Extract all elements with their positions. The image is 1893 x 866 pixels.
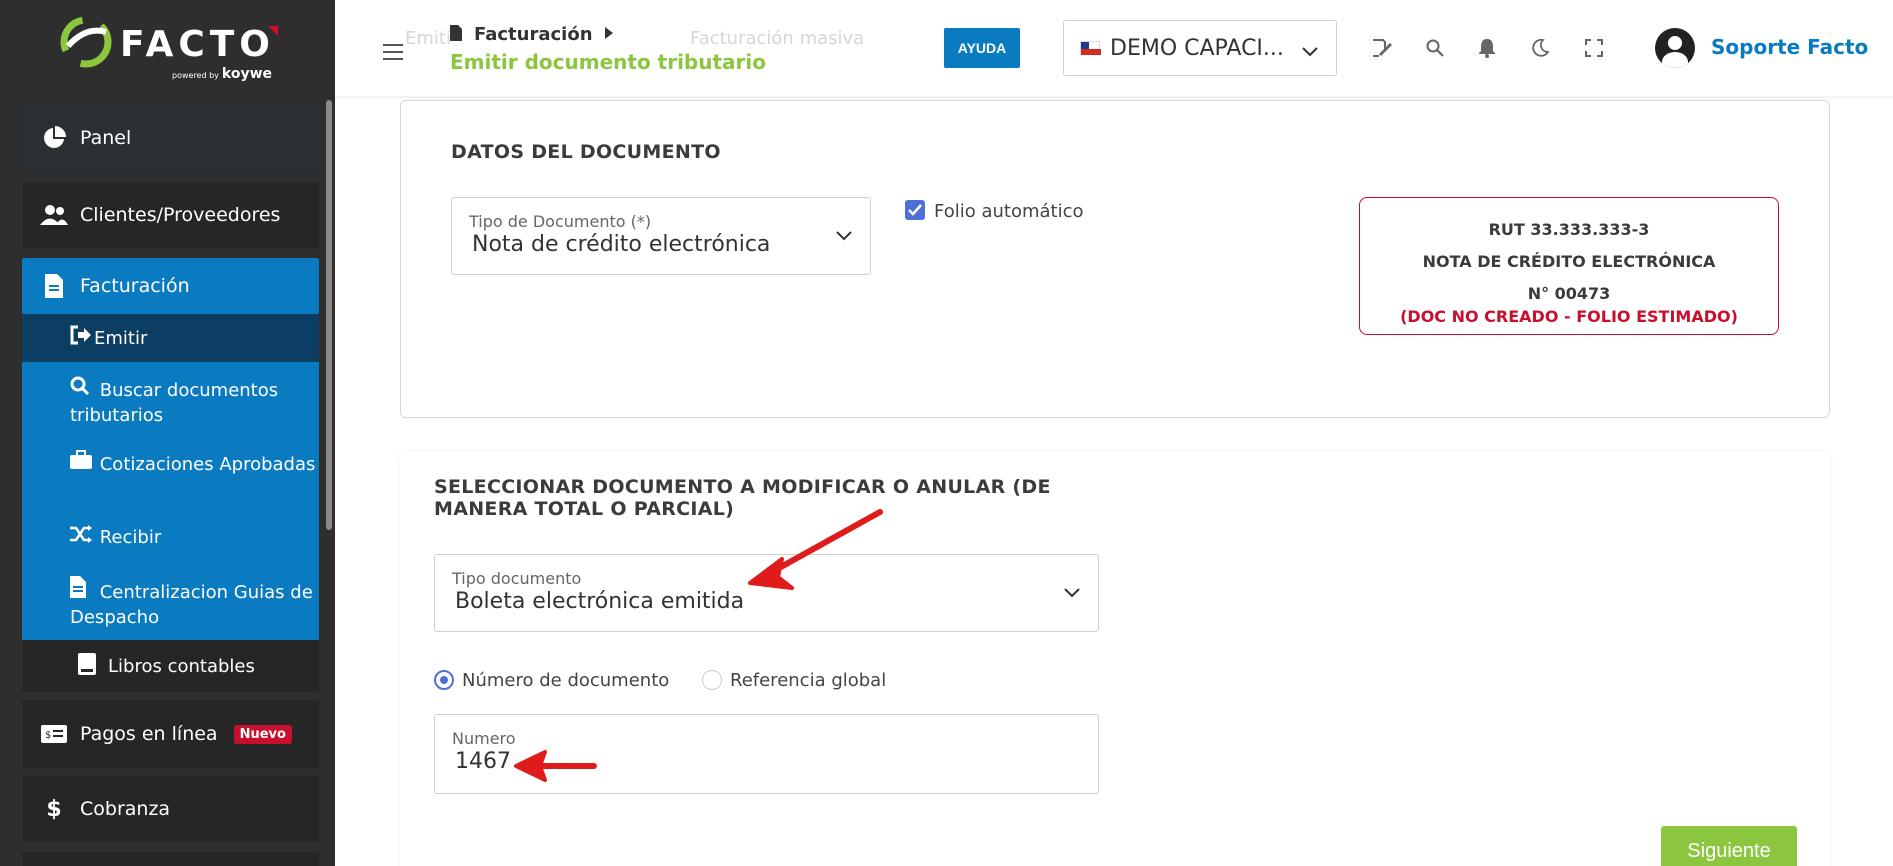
sidebar-subitem-label: Buscar documentos tributarios xyxy=(70,380,279,426)
sidebar-item-label: Pagos en línea xyxy=(80,723,218,745)
chevron-down-icon xyxy=(836,226,852,245)
sidebar-scrollbar[interactable] xyxy=(326,100,332,530)
section-title-line1: SELECCIONAR DOCUMENTO A MODIFICAR O ANUL… xyxy=(434,476,1051,498)
sidebar-item-cobranza[interactable]: $ Cobranza xyxy=(22,776,319,842)
hamburger-menu-icon[interactable] xyxy=(383,38,403,68)
company-name: DEMO CAPACI... xyxy=(1110,35,1284,61)
sidebar: FACTO powered by koywe Panel Clientes/Pro… xyxy=(0,0,335,866)
sign-out-icon xyxy=(70,325,94,352)
svg-text:$: $ xyxy=(45,730,51,741)
sidebar-item-label: Clientes/Proveedores xyxy=(80,204,281,226)
tipo-documento-select[interactable]: Tipo de Documento (*) Nota de crédito el… xyxy=(451,197,871,275)
sidebar-item-label: Cobranza xyxy=(80,798,171,820)
folio-automatico-label: Folio automático xyxy=(934,201,1084,222)
chevron-down-icon xyxy=(1064,583,1080,602)
avatar[interactable] xyxy=(1655,28,1695,68)
sidebar-item-panel[interactable]: Panel xyxy=(22,106,319,170)
logo-accent-icon xyxy=(268,26,278,36)
doc-type: NOTA DE CRÉDITO ELECTRÓNICA xyxy=(1422,252,1716,271)
chile-flag-icon xyxy=(1080,41,1101,55)
numero-input[interactable]: Numero 1467 xyxy=(434,714,1099,794)
field-value: Nota de crédito electrónica xyxy=(472,232,771,257)
sidebar-item-label: Panel xyxy=(80,127,132,149)
checkmark-icon xyxy=(908,204,922,216)
user-name[interactable]: Soporte Facto xyxy=(1711,35,1868,59)
sidebar-item-pagos[interactable]: $ Pagos en línea Nuevo xyxy=(22,700,319,768)
sidebar-item-facturacion[interactable]: Facturación xyxy=(22,258,319,314)
sidebar-subitem-label: Centralizacion Guias de Despacho xyxy=(70,582,313,628)
users-icon xyxy=(40,204,68,226)
logo-text: FACTO xyxy=(120,24,275,65)
folio-automatico-checkbox[interactable] xyxy=(905,200,925,220)
top-header: Emitir individual Facturación masiva Fac… xyxy=(335,0,1893,96)
field-value: Boleta electrónica emitida xyxy=(455,589,745,614)
dollar-icon: $ xyxy=(46,796,62,822)
logo-powered-text: powered by xyxy=(172,71,219,80)
sidebar-subitem-emitir[interactable]: Emitir xyxy=(22,314,319,362)
signature-icon[interactable] xyxy=(1370,36,1394,60)
doc-number: N° 00473 xyxy=(1527,284,1611,303)
new-badge: Nuevo xyxy=(233,724,292,744)
sidebar-item-label: Facturación xyxy=(80,275,190,297)
company-select[interactable]: DEMO CAPACI... xyxy=(1063,20,1337,76)
ghost-tab-masiva: Facturación masiva xyxy=(690,28,865,49)
sidebar-subitem-label: Recibir xyxy=(99,527,162,548)
facturacion-submenu: Emitir Buscar documentos tributarios Cot… xyxy=(22,314,319,640)
book-icon xyxy=(78,652,96,680)
seleccionar-section-title: SELECCIONAR DOCUMENTO A MODIFICAR O ANUL… xyxy=(434,476,1051,520)
sidebar-subitem-label: Libros contables xyxy=(108,655,255,677)
field-label: Numero xyxy=(452,729,516,748)
money-bill-icon: $ xyxy=(40,725,68,743)
doc-status: (DOC NO CREADO - FOLIO ESTIMADO) xyxy=(1400,307,1738,326)
sidebar-item-more[interactable] xyxy=(22,852,319,866)
sidebar-item-clients[interactable]: Clientes/Proveedores xyxy=(22,182,319,248)
shuffle-icon xyxy=(70,525,94,550)
tipo-documento-referencia-select[interactable]: Tipo documento Boleta electrónica emitid… xyxy=(434,554,1099,632)
help-button[interactable]: AYUDA xyxy=(944,28,1020,68)
logo-swoosh-icon xyxy=(60,16,112,68)
fullscreen-icon[interactable] xyxy=(1582,36,1606,60)
section-title-line2: MANERA TOTAL O PARCIAL) xyxy=(434,498,735,520)
sidebar-subitem-cotizaciones[interactable]: Cotizaciones Aprobadas xyxy=(22,450,319,477)
page-title: Emitir documento tributario xyxy=(450,50,775,74)
siguiente-button[interactable]: Siguiente xyxy=(1661,826,1797,866)
caret-right-icon xyxy=(604,26,613,43)
field-value: 1467 xyxy=(455,749,511,774)
doc-rut: RUT 33.333.333-3 xyxy=(1488,220,1650,239)
bell-icon[interactable] xyxy=(1475,36,1499,60)
search-icon[interactable] xyxy=(1423,36,1447,60)
moon-icon[interactable] xyxy=(1528,36,1552,60)
logo-brand-text: koywe xyxy=(221,66,273,82)
file-text-icon xyxy=(70,576,94,605)
briefcase-icon xyxy=(70,450,94,477)
breadcrumb[interactable]: Facturación xyxy=(450,24,623,45)
sidebar-subitem-label: Emitir xyxy=(94,327,148,349)
logo-sub: powered by koywe xyxy=(172,66,272,82)
logo[interactable]: FACTO powered by koywe xyxy=(60,14,290,84)
sidebar-subitem-recibir[interactable]: Recibir xyxy=(22,525,319,550)
document-preview-box: RUT 33.333.333-3 NOTA DE CRÉDITO ELECTRÓ… xyxy=(1359,197,1779,335)
document-icon xyxy=(450,24,462,45)
field-label: Tipo documento xyxy=(452,569,582,588)
document-icon xyxy=(40,274,68,298)
field-label: Tipo de Documento (*) xyxy=(469,212,652,231)
sidebar-subitem-buscar[interactable]: Buscar documentos tributarios xyxy=(22,376,319,428)
sidebar-subitem-label: Cotizaciones Aprobadas xyxy=(99,454,316,475)
referencia-global-label: Referencia global xyxy=(730,670,887,691)
search-icon xyxy=(70,376,94,403)
numero-documento-label: Número de documento xyxy=(462,670,670,691)
sidebar-subitem-centralizacion[interactable]: Centralizacion Guias de Despacho xyxy=(22,576,319,630)
datos-section-title: DATOS DEL DOCUMENTO xyxy=(451,141,721,163)
chevron-down-icon xyxy=(1302,38,1318,63)
numero-documento-radio[interactable] xyxy=(434,670,454,690)
pie-chart-icon xyxy=(40,126,68,150)
breadcrumb-section: Facturación xyxy=(474,24,593,45)
sidebar-subitem-libros[interactable]: Libros contables xyxy=(22,640,319,692)
referencia-global-radio[interactable] xyxy=(702,670,722,690)
